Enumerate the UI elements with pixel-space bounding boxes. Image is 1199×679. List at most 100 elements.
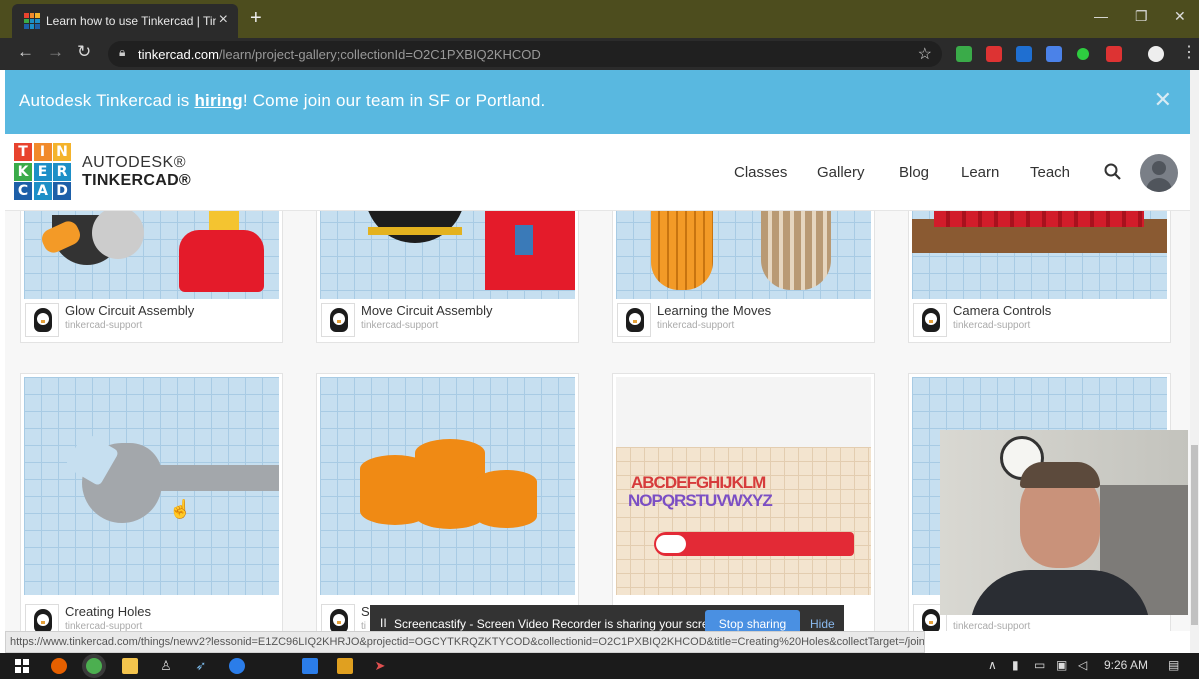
extension-icon[interactable] <box>986 46 1002 62</box>
nav-gallery[interactable]: Gallery <box>817 164 865 181</box>
user-avatar[interactable] <box>1140 154 1178 192</box>
nav-teach[interactable]: Teach <box>1030 164 1070 181</box>
author-avatar[interactable] <box>913 303 947 337</box>
power-icon[interactable]: ▭ <box>1034 658 1045 672</box>
card-thumbnail[interactable] <box>320 211 575 299</box>
tinkercad-logo[interactable]: TIN KER CAD <box>14 143 71 201</box>
card-title[interactable]: Glow Circuit Assembly <box>65 303 194 318</box>
app-icon[interactable]: ➤ <box>372 658 388 674</box>
logo-letter: K <box>14 162 32 181</box>
card-author[interactable]: ti <box>361 621 366 631</box>
card-author[interactable]: tinkercad-support <box>65 320 142 331</box>
logo-letter: I <box>33 143 52 161</box>
banner-suffix: ! Come join our team in SF or Portland. <box>242 91 546 110</box>
card-author[interactable]: tinkercad-support <box>657 320 734 331</box>
browser-tab[interactable]: Learn how to use Tinkercad | Tinl × <box>12 4 238 38</box>
nav-learn[interactable]: Learn <box>961 164 999 181</box>
gallery-card[interactable]: ABCDEFGHIJKLM NOPQRSTUVWXYZ <box>612 373 875 631</box>
tray-chevron-icon[interactable]: ∧ <box>988 658 997 672</box>
app-icon[interactable] <box>337 658 353 674</box>
card-thumbnail[interactable] <box>912 211 1167 299</box>
brand-tinkercad: TINKERCAD® <box>82 172 192 189</box>
window-close-button[interactable]: ✕ <box>1174 8 1186 25</box>
gallery-card[interactable]: Camera Controls tinkercad-support <box>908 211 1171 343</box>
gallery-card[interactable]: S ti <box>316 373 579 631</box>
back-arrow-icon[interactable]: ← <box>17 42 34 62</box>
card-title[interactable]: Creating Holes <box>65 604 151 619</box>
forward-arrow-icon[interactable]: → <box>47 42 64 62</box>
card-thumbnail[interactable]: ABCDEFGHIJKLM NOPQRSTUVWXYZ <box>616 377 871 595</box>
gallery-card[interactable]: Move Circuit Assembly tinkercad-support <box>316 211 579 343</box>
logo-letter: N <box>53 143 71 161</box>
card-thumbnail[interactable] <box>24 211 279 299</box>
gallery-card[interactable]: Learning the Moves tinkercad-support <box>612 211 875 343</box>
banner-close-icon[interactable]: ✕ <box>1154 87 1172 113</box>
author-avatar[interactable] <box>25 303 59 337</box>
webcam-overlay[interactable] <box>940 430 1188 615</box>
card-author[interactable]: tinkercad-support <box>65 621 142 631</box>
status-dot-icon[interactable] <box>1077 48 1089 60</box>
file-explorer-icon[interactable] <box>122 658 138 674</box>
extension-icon[interactable] <box>956 46 972 62</box>
author-avatar[interactable] <box>25 604 59 631</box>
clock-time[interactable]: 9:26 AM <box>1104 658 1148 672</box>
nav-blog[interactable]: Blog <box>899 164 929 181</box>
brand-name[interactable]: AUTODESK® TINKERCAD® <box>82 154 191 190</box>
author-avatar[interactable] <box>321 604 355 631</box>
logo-letter: E <box>33 162 52 181</box>
reload-icon[interactable]: ↻ <box>77 42 91 62</box>
app-icon[interactable]: ♙ <box>158 658 174 674</box>
pause-icon[interactable]: II <box>380 616 387 630</box>
address-bar[interactable]: 🔒︎ tinkercad.com/learn/project-gallery;c… <box>108 41 942 67</box>
logo-letter: A <box>33 182 52 200</box>
card-author[interactable]: tinkercad-support <box>953 320 1030 331</box>
brand-autodesk: AUTODESK® <box>82 154 187 171</box>
card-author[interactable]: tinkercad-support <box>953 621 1030 631</box>
card-title[interactable]: Camera Controls <box>953 303 1051 318</box>
chrome-icon[interactable] <box>86 658 102 674</box>
extension-icon[interactable] <box>1106 46 1122 62</box>
page-scrollbar[interactable] <box>1190 70 1199 653</box>
search-icon[interactable] <box>1103 162 1123 182</box>
network-icon[interactable]: ▣ <box>1056 658 1067 672</box>
card-thumbnail[interactable]: ☝ <box>24 377 279 595</box>
volume-icon[interactable]: ◁ <box>1078 658 1087 672</box>
notification-icon[interactable]: ▤ <box>1168 658 1179 672</box>
hide-button[interactable]: Hide <box>810 617 835 631</box>
hiring-link[interactable]: hiring <box>194 91 242 110</box>
app-icon[interactable] <box>229 658 245 674</box>
card-author[interactable]: tinkercad-support <box>361 320 438 331</box>
new-tab-button[interactable]: + <box>250 7 262 30</box>
app-icon[interactable]: ➶ <box>193 658 209 674</box>
card-title[interactable]: Learning the Moves <box>657 303 771 318</box>
card-title[interactable]: S <box>361 604 370 619</box>
gallery-card[interactable]: ☝ Creating Holes tinkercad-support <box>20 373 283 631</box>
kebab-menu-icon[interactable]: ⋮ <box>1181 42 1197 62</box>
bookmark-star-icon[interactable]: ☆ <box>918 44 932 64</box>
translate-extension-icon[interactable] <box>1046 46 1062 62</box>
restore-button[interactable]: ❐ <box>1135 8 1148 25</box>
gallery-card[interactable]: Glow Circuit Assembly tinkercad-support <box>20 211 283 343</box>
author-avatar[interactable] <box>617 303 651 337</box>
letters-row-1: ABCDEFGHIJKLM <box>631 473 766 492</box>
battery-icon[interactable]: ▮ <box>1012 658 1019 672</box>
banner-prefix: Autodesk Tinkercad is <box>19 91 195 110</box>
card-title[interactable]: Move Circuit Assembly <box>361 303 492 318</box>
nav-classes[interactable]: Classes <box>734 164 787 181</box>
windows-start-icon[interactable] <box>14 658 30 674</box>
browser-toolbar: ← → ↻ 🔒︎ tinkercad.com/learn/project-gal… <box>0 38 1199 70</box>
extension-icon[interactable] <box>1016 46 1032 62</box>
logo-letter: D <box>53 182 71 200</box>
app-icon[interactable] <box>302 658 318 674</box>
firefox-icon[interactable] <box>51 658 67 674</box>
status-bar-url: https://www.tinkercad.com/things/newv2?l… <box>5 631 925 653</box>
author-avatar[interactable] <box>321 303 355 337</box>
tab-close-icon[interactable]: × <box>219 11 228 29</box>
url-path: /learn/project-gallery;collectionId=O2C1… <box>218 47 541 62</box>
profile-icon[interactable] <box>1148 46 1164 62</box>
card-thumbnail[interactable] <box>320 377 575 595</box>
card-thumbnail[interactable] <box>616 211 871 299</box>
logo-letter: C <box>14 182 32 200</box>
scrollbar-thumb[interactable] <box>1191 445 1198 625</box>
minimize-button[interactable]: — <box>1094 8 1108 24</box>
